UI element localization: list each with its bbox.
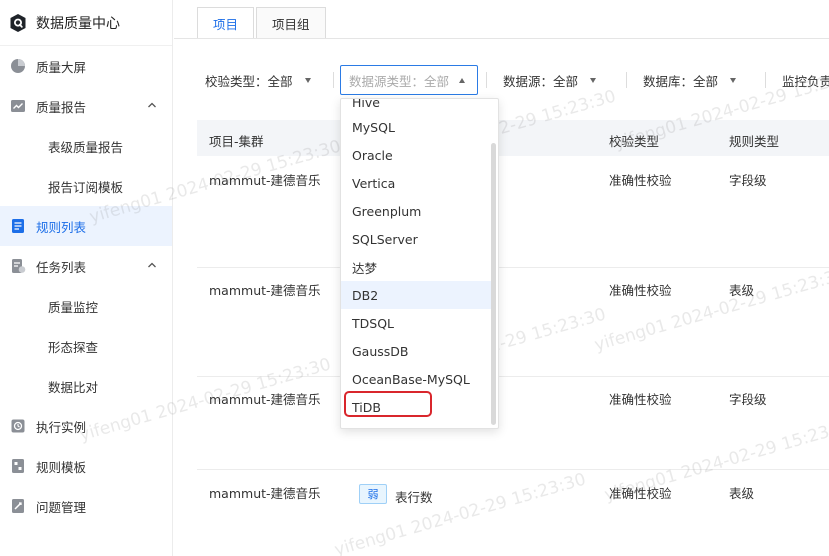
sidebar-item-label: 执行实例 [36,419,87,435]
option-dameng[interactable]: 达梦 [341,253,493,281]
option-mysql[interactable]: MySQL [341,113,493,141]
dropdown-scrollbar[interactable] [491,143,496,425]
option-db2[interactable]: DB2 [341,281,493,309]
col-check-type: 校验类型 [609,134,660,149]
brand-header: 数据质量中心 [0,0,172,46]
sidebar-item-table-report[interactable]: 表级质量报告 [0,126,172,166]
filter-divider [765,72,766,88]
datasource-filter-label: 数据源：全部 [503,73,579,89]
main-content: 项目 项目组 校验类型：全部 数据源类型：全部 数据源：全部 数据库：全部 监控… [174,0,829,556]
option-oceanbase-mysql[interactable]: OceanBase-MySQL [341,365,493,393]
line-chart-icon [11,100,25,112]
datasource-filter[interactable]: 数据源：全部 [503,66,597,94]
sidebar-item-label: 质量监控 [48,299,99,315]
sidebar-item-label: 质量大屏 [36,59,87,75]
weak-badge: 弱 [359,484,387,504]
cell-rule-type: 表级 [729,486,755,501]
sidebar-item-label: 形态探查 [48,339,99,355]
caret-down-icon [730,77,737,83]
cell-check-type: 准确性校验 [609,283,672,298]
sidebar-item-exec-instance[interactable]: 执行实例 [0,406,172,446]
filter-bar: 校验类型：全部 数据源类型：全部 数据源：全部 数据库：全部 监控负责 [197,65,829,95]
cell-check-type: 准确性校验 [609,486,672,501]
task-doc-icon [12,259,26,273]
cell-rule-type: 字段级 [729,392,767,407]
sidebar-item-quality-report[interactable]: 质量报告 [0,86,172,126]
sidebar-item-profile-explore[interactable]: 形态探查 [0,326,172,366]
option-tdsql[interactable]: TDSQL [341,309,493,337]
chevron-up-icon[interactable] [146,259,158,271]
option-sqlserver[interactable]: SQLServer [341,225,493,253]
col-project-cluster: 项目-集群 [209,134,264,149]
sidebar: 数据质量中心 质量大屏 质量报告 表级质量报告 报告订阅模板 规则列表 任务列表… [0,0,173,556]
datasource-type-placeholder: 数据源类型：全部 [349,73,450,89]
database-filter-label: 数据库：全部 [643,73,719,89]
sidebar-item-quality-monitor[interactable]: 质量监控 [0,286,172,326]
cell-project: mammut-建德音乐 [209,173,321,188]
sidebar-item-data-compare[interactable]: 数据比对 [0,366,172,406]
app-logo-icon [10,13,26,32]
app-title: 数据质量中心 [36,15,120,32]
tab-bar: 项目 项目组 [197,7,328,39]
cell-check-type: 准确性校验 [609,392,672,407]
sidebar-item-label: 表级质量报告 [48,139,124,155]
list-doc-icon [12,219,24,233]
chevron-up-icon[interactable] [146,99,158,111]
cell-check-type: 准确性校验 [609,173,672,188]
check-type-filter[interactable]: 校验类型：全部 [205,66,311,94]
sidebar-item-rule-list[interactable]: 规则列表 [0,206,172,246]
option-hive[interactable]: Hive [341,99,493,107]
cell-rule-type: 字段级 [729,173,767,188]
sidebar-item-label: 数据比对 [48,379,99,395]
option-oracle[interactable]: Oracle [341,141,493,169]
sidebar-item-task-list[interactable]: 任务列表 [0,246,172,286]
instance-icon [11,419,25,433]
cell-rule-name: 表行数 [395,490,433,505]
caret-down-icon [590,77,597,83]
datasource-type-select[interactable]: 数据源类型：全部 [340,65,478,95]
filter-divider [333,72,334,88]
sidebar-item-label: 规则列表 [36,219,87,235]
issue-icon [12,499,24,513]
monitor-owner-filter-label: 监控负责 [782,73,829,89]
cell-project: mammut-建德音乐 [209,392,321,407]
caret-down-icon [304,77,311,83]
sidebar-item-label: 问题管理 [36,499,87,515]
table-header: 项目-集群 校验类型 规则类型 [197,120,829,156]
sidebar-item-label: 任务列表 [36,259,87,275]
cell-rule-type: 表级 [729,283,755,298]
database-filter[interactable]: 数据库：全部 [643,66,737,94]
table-row[interactable]: mammut-建德音乐 准确性校验 表级 [197,268,829,377]
datasource-type-dropdown: Hive MySQL Oracle Vertica Greenplum SQLS… [340,98,499,429]
table-row[interactable]: mammut-建德音乐 弱 表行数 准确性校验 表级 [197,470,829,556]
sidebar-item-label: 规则模板 [36,459,87,475]
option-tidb[interactable]: TiDB [341,393,493,421]
sidebar-item-label: 质量报告 [36,99,87,115]
check-type-filter-label: 校验类型：全部 [205,73,293,89]
tab-project[interactable]: 项目 [197,7,255,39]
cell-project: mammut-建德音乐 [209,486,321,501]
sidebar-item-issue-manage[interactable]: 问题管理 [0,486,172,526]
sidebar-item-quality-screen[interactable]: 质量大屏 [0,46,172,86]
tab-project-group[interactable]: 项目组 [256,7,326,39]
option-greenplum[interactable]: Greenplum [341,197,493,225]
sidebar-item-report-template[interactable]: 报告订阅模板 [0,166,172,206]
filter-divider [626,72,627,88]
option-vertica[interactable]: Vertica [341,169,493,197]
cell-project: mammut-建德音乐 [209,283,321,298]
option-gaussdb[interactable]: GaussDB [341,337,493,365]
tab-divider [174,38,829,39]
pie-chart-icon [11,59,25,73]
filter-divider [486,72,487,88]
sidebar-item-rule-template[interactable]: 规则模板 [0,446,172,486]
col-rule-type: 规则类型 [729,134,780,149]
caret-up-icon [459,77,466,83]
sidebar-item-label: 报告订阅模板 [48,179,124,195]
table-row[interactable]: mammut-建德音乐 准确性校验 字段级 [197,377,829,470]
monitor-owner-filter[interactable]: 监控负责 [782,66,829,94]
table-row[interactable]: mammut-建德音乐 准确性校验 字段级 [197,156,829,268]
template-icon [12,459,24,473]
